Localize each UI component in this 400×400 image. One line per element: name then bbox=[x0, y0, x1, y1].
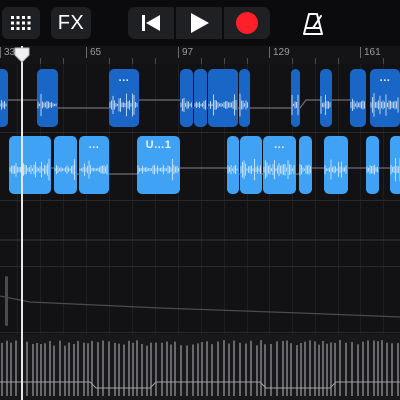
waveform bbox=[137, 158, 179, 181]
fx-label: FX bbox=[57, 11, 85, 34]
fx-button[interactable]: FX bbox=[51, 7, 91, 39]
waveform bbox=[79, 160, 108, 179]
audio-region[interactable] bbox=[0, 69, 8, 127]
waveform bbox=[240, 159, 261, 181]
record-icon bbox=[236, 12, 258, 34]
drum-region-strip[interactable] bbox=[0, 334, 400, 400]
audio-region[interactable] bbox=[366, 136, 379, 194]
waveform bbox=[180, 97, 192, 112]
audio-region[interactable]: U...1 bbox=[137, 136, 180, 194]
rewind-icon bbox=[142, 15, 160, 31]
bar-number: 97 bbox=[178, 47, 193, 58]
audio-region[interactable] bbox=[37, 69, 58, 127]
waveform bbox=[390, 157, 400, 182]
lane-resize-handle[interactable] bbox=[5, 276, 8, 326]
audio-region[interactable]: ... bbox=[109, 69, 139, 127]
waveform bbox=[194, 100, 206, 110]
audio-region[interactable] bbox=[390, 136, 400, 194]
bar-number: 161 bbox=[360, 47, 381, 58]
audio-region[interactable] bbox=[9, 136, 51, 194]
metronome-button[interactable] bbox=[298, 9, 328, 39]
waveform bbox=[350, 98, 365, 112]
transport-controls bbox=[128, 7, 270, 39]
waveform bbox=[227, 164, 238, 175]
audio-region[interactable] bbox=[350, 69, 366, 127]
audio-region[interactable]: ... bbox=[263, 136, 296, 194]
playhead[interactable] bbox=[21, 46, 23, 400]
play-icon bbox=[191, 13, 209, 33]
waveform bbox=[324, 159, 347, 180]
waveform bbox=[9, 158, 50, 181]
audio-region[interactable] bbox=[54, 136, 77, 194]
waveform bbox=[109, 93, 138, 117]
waveform bbox=[0, 100, 7, 110]
tracks-area[interactable]: ... ... ... U...1 ... bbox=[0, 64, 400, 400]
playhead-handle[interactable] bbox=[14, 47, 30, 63]
audio-region[interactable] bbox=[180, 69, 193, 127]
record-button[interactable] bbox=[224, 7, 270, 39]
bar-number: 65 bbox=[86, 47, 101, 58]
grid-menu-icon bbox=[11, 16, 31, 30]
audio-region[interactable] bbox=[324, 136, 348, 194]
metronome-icon bbox=[303, 13, 323, 35]
audio-region[interactable] bbox=[320, 69, 332, 127]
waveform bbox=[208, 94, 237, 116]
audio-region[interactable] bbox=[239, 69, 250, 127]
waveform bbox=[263, 160, 295, 180]
audio-region[interactable] bbox=[291, 69, 300, 127]
waveform bbox=[299, 163, 311, 176]
audio-region[interactable] bbox=[194, 69, 207, 127]
waveform bbox=[37, 93, 57, 117]
play-button[interactable] bbox=[176, 7, 222, 39]
audio-region[interactable] bbox=[299, 136, 312, 194]
browser-button[interactable] bbox=[2, 7, 40, 39]
audio-region[interactable] bbox=[227, 136, 239, 194]
waveform bbox=[366, 164, 378, 175]
waveform bbox=[370, 93, 399, 117]
go-to-beginning-button[interactable] bbox=[128, 7, 174, 39]
audio-region[interactable]: ... bbox=[370, 69, 400, 127]
timeline-ruler[interactable]: 33 65 97 129 161 bbox=[0, 46, 400, 65]
waveform bbox=[320, 94, 331, 116]
bar-number: 33 bbox=[0, 47, 15, 58]
audio-region[interactable] bbox=[240, 136, 262, 194]
bar-number: 129 bbox=[269, 47, 290, 58]
waveform bbox=[54, 159, 75, 181]
control-bar: FX bbox=[0, 0, 400, 46]
audio-region[interactable]: ... bbox=[79, 136, 109, 194]
waveform bbox=[239, 93, 248, 117]
waveform bbox=[291, 94, 299, 116]
audio-region[interactable] bbox=[208, 69, 238, 127]
